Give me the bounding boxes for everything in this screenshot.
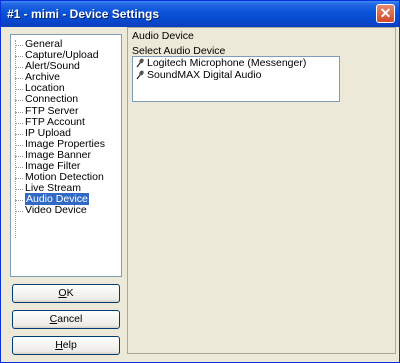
close-button[interactable]: ✕ xyxy=(376,4,395,23)
tree-connector xyxy=(15,167,23,169)
close-icon: ✕ xyxy=(379,5,392,21)
device-list-item[interactable]: SoundMAX Digital Audio xyxy=(133,69,339,81)
tree-connector xyxy=(15,178,23,180)
tree-connector xyxy=(15,100,23,102)
tree-connector xyxy=(15,45,23,46)
tree-connector xyxy=(15,111,23,113)
device-label: Logitech Microphone (Messenger) xyxy=(147,57,307,69)
window-title: #1 - mimi - Device Settings xyxy=(7,7,160,21)
microphone-icon xyxy=(136,58,144,68)
tree-connector xyxy=(15,89,23,91)
help-hotkey: H xyxy=(55,339,63,351)
ok-button[interactable]: OK xyxy=(12,284,120,303)
tree-item-video-device[interactable]: Video Device xyxy=(11,205,121,216)
tree-connector xyxy=(15,200,23,202)
audio-device-list[interactable]: Logitech Microphone (Messenger) SoundMAX … xyxy=(132,56,340,102)
tree-connector xyxy=(15,144,23,146)
tree-connector xyxy=(15,189,23,191)
tree-connector xyxy=(15,133,23,135)
tree-connector xyxy=(15,67,23,69)
settings-tree[interactable]: General Capture/Upload Alert/Sound Archive L… xyxy=(10,34,122,277)
cancel-label-rest: ancel xyxy=(57,313,83,325)
audio-device-panel: Audio Device Select Audio Device Logitec… xyxy=(127,27,396,354)
ok-hotkey: O xyxy=(58,287,67,299)
tree-connector xyxy=(15,122,23,124)
title-bar[interactable]: #1 - mimi - Device Settings ✕ xyxy=(1,1,399,27)
tree-connector xyxy=(15,155,23,157)
dialog-body: General Capture/Upload Alert/Sound Archive L… xyxy=(4,27,396,360)
tree-connector xyxy=(15,78,23,80)
device-label: SoundMAX Digital Audio xyxy=(147,69,262,81)
tree-item-label: Video Device xyxy=(25,204,87,217)
help-label-rest: elp xyxy=(62,339,77,351)
tree-items: General Capture/Upload Alert/Sound Archive L… xyxy=(11,39,121,217)
panel-title: Audio Device xyxy=(132,30,194,42)
device-items: Logitech Microphone (Messenger) SoundMAX … xyxy=(133,57,339,81)
microphone-icon xyxy=(136,70,144,80)
tree-connector xyxy=(15,56,23,58)
cancel-button[interactable]: Cancel xyxy=(12,310,120,329)
device-settings-window: #1 - mimi - Device Settings ✕ General Cap… xyxy=(0,0,400,363)
help-button[interactable]: Help xyxy=(12,336,120,355)
ok-label-rest: K xyxy=(66,287,74,299)
device-list-item[interactable]: Logitech Microphone (Messenger) xyxy=(133,57,339,69)
tree-connector xyxy=(15,211,23,213)
